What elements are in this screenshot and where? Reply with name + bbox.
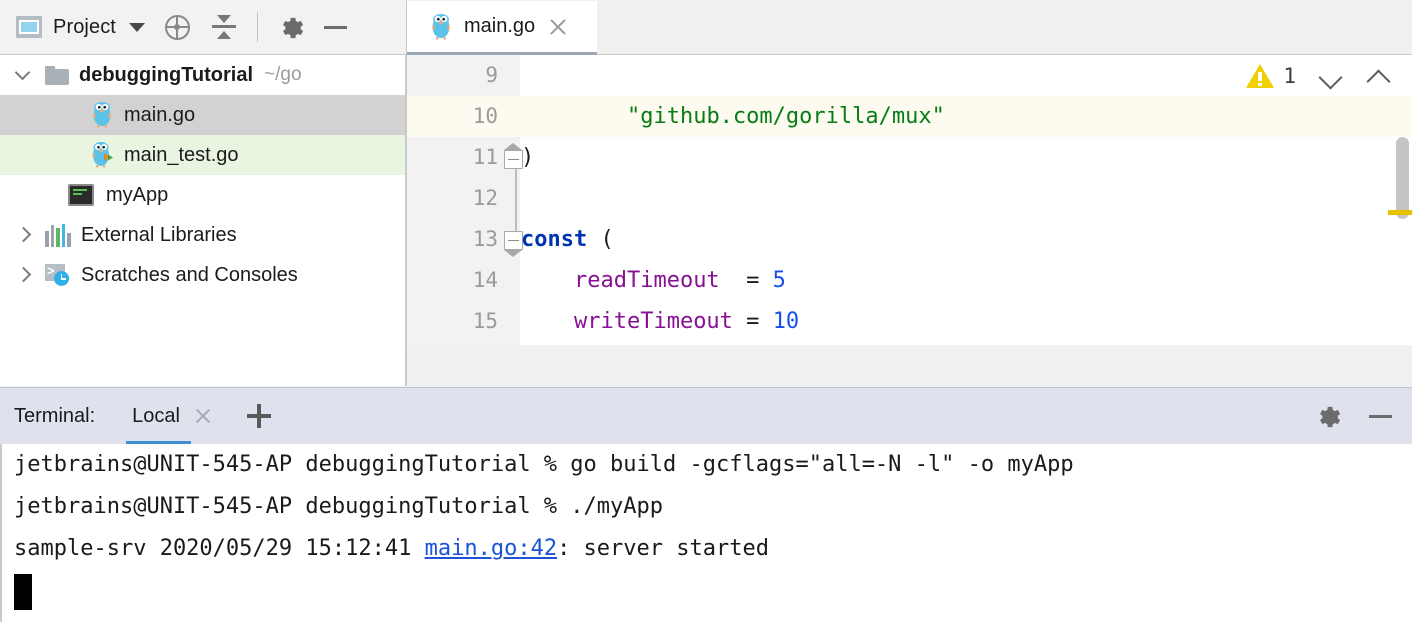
tree-node-label: main_test.go bbox=[124, 144, 239, 167]
ide-window: Project bbox=[0, 0, 1412, 622]
chevron-up-icon[interactable] bbox=[1366, 63, 1392, 89]
line-number: 10 bbox=[407, 96, 520, 137]
project-toolbar: Project bbox=[0, 0, 406, 55]
tree-node-label: Scratches and Consoles bbox=[81, 264, 298, 287]
fold-column[interactable] bbox=[506, 55, 520, 345]
chevron-down-icon[interactable] bbox=[129, 23, 145, 32]
terminal-text: jetbrains@UNIT-545-AP debuggingTutorial … bbox=[14, 494, 663, 519]
crosshair-locate-icon[interactable] bbox=[165, 15, 190, 40]
terminal-binary-icon bbox=[68, 184, 94, 206]
code-token-number: 5 bbox=[773, 268, 786, 293]
code-line-13: const ( bbox=[521, 219, 1412, 260]
terminal-title: Terminal: bbox=[14, 405, 95, 428]
code-line-15: writeTimeout = 10 bbox=[521, 301, 1412, 342]
terminal-output[interactable]: jetbrains@UNIT-545-AP debuggingTutorial … bbox=[0, 444, 1412, 622]
go-gopher-test-icon bbox=[90, 142, 114, 168]
libraries-icon bbox=[45, 223, 71, 247]
tree-node-path: ~/go bbox=[264, 64, 302, 86]
terminal-line: sample-srv 2020/05/29 15:12:41 main.go:4… bbox=[2, 528, 1412, 570]
toolbar-divider bbox=[257, 12, 258, 42]
editor-bottom-pad bbox=[406, 345, 1412, 386]
editor-tabbar: main.go bbox=[406, 0, 1412, 55]
terminal-cursor bbox=[14, 574, 32, 610]
minimize-icon[interactable] bbox=[1366, 402, 1394, 430]
tree-node-debuggingTutorial[interactable]: debuggingTutorial ~/go bbox=[0, 55, 405, 95]
terminal-tab-label: Local bbox=[132, 405, 180, 428]
warning-triangle-icon[interactable] bbox=[1246, 64, 1274, 88]
close-icon[interactable] bbox=[547, 16, 569, 38]
editor-gutter[interactable]: 9 10 11 12 13 14 15 bbox=[407, 55, 520, 345]
line-number: 9 bbox=[407, 55, 520, 96]
code-token-string: "github.com/gorilla/mux" bbox=[627, 104, 945, 129]
code-editor[interactable]: 9 10 11 12 13 14 15 "github.com/gorilla/… bbox=[406, 55, 1412, 345]
code-token-keyword: const bbox=[521, 227, 587, 252]
tree-node-myApp[interactable]: myApp bbox=[0, 175, 405, 215]
terminal-line: jetbrains@UNIT-545-AP debuggingTutorial … bbox=[2, 486, 1412, 528]
tree-node-label: main.go bbox=[124, 104, 195, 127]
fold-cap-icon bbox=[504, 143, 522, 150]
chevron-right-icon[interactable] bbox=[14, 265, 34, 285]
terminal-text: : server started bbox=[557, 536, 769, 561]
line-number: 14 bbox=[407, 260, 520, 301]
warning-count: 1 bbox=[1283, 64, 1296, 88]
go-gopher-icon bbox=[90, 102, 114, 128]
gear-icon[interactable] bbox=[277, 14, 303, 40]
tree-node-label: External Libraries bbox=[81, 224, 237, 247]
code-token-indent bbox=[521, 309, 574, 334]
project-tree[interactable]: debuggingTutorial ~/go main.go bbox=[0, 55, 406, 386]
editor-warning-marker[interactable] bbox=[1388, 210, 1412, 215]
code-line-14: readTimeout = 5 bbox=[521, 260, 1412, 301]
close-icon[interactable] bbox=[193, 406, 213, 426]
tree-node-scratches-and-consoles[interactable]: Scratches and Consoles bbox=[0, 255, 405, 295]
code-line-10: "github.com/gorilla/mux" bbox=[521, 96, 1412, 137]
collapse-all-icon[interactable] bbox=[210, 13, 238, 41]
folder-icon bbox=[45, 66, 69, 85]
code-token-constant: writeTimeout bbox=[574, 309, 733, 334]
tree-node-label: myApp bbox=[106, 184, 168, 207]
code-token-number: 10 bbox=[773, 309, 800, 334]
tree-node-main-test-go[interactable]: main_test.go bbox=[0, 135, 405, 175]
terminal-text: jetbrains@UNIT-545-AP debuggingTutorial … bbox=[14, 452, 1074, 477]
chevron-down-icon[interactable] bbox=[1318, 63, 1344, 89]
project-panel-title: Project bbox=[53, 16, 116, 39]
terminal-line: jetbrains@UNIT-545-AP debuggingTutorial … bbox=[2, 444, 1412, 486]
tree-node-external-libraries[interactable]: External Libraries bbox=[0, 215, 405, 255]
code-text-area[interactable]: "github.com/gorilla/mux" ) const ( readT… bbox=[521, 55, 1412, 345]
code-token-indent bbox=[521, 104, 627, 129]
gear-icon[interactable] bbox=[1314, 403, 1340, 429]
code-token-indent bbox=[521, 268, 574, 293]
code-token-paren: ( bbox=[587, 227, 614, 252]
terminal-tab-local[interactable]: Local bbox=[132, 388, 213, 445]
chevron-right-icon[interactable] bbox=[14, 225, 34, 245]
project-window-icon bbox=[16, 16, 42, 38]
terminal-header: Terminal: Local bbox=[0, 387, 1412, 444]
line-number: 12 bbox=[407, 178, 520, 219]
minimize-icon[interactable] bbox=[321, 13, 349, 41]
code-token-operator: = bbox=[720, 268, 773, 293]
code-line-12 bbox=[521, 178, 1412, 219]
tab-label: main.go bbox=[464, 15, 535, 38]
plus-icon[interactable] bbox=[244, 401, 274, 431]
chevron-down-icon[interactable] bbox=[14, 65, 34, 85]
inspection-widget: 1 bbox=[1246, 63, 1392, 89]
tab-main-go[interactable]: main.go bbox=[407, 1, 597, 55]
editor-scrollbar-thumb[interactable] bbox=[1396, 137, 1409, 219]
terminal-file-link[interactable]: main.go:42 bbox=[425, 536, 557, 561]
terminal-text: sample-srv 2020/05/29 15:12:41 bbox=[14, 536, 425, 561]
tree-node-main-go[interactable]: main.go bbox=[0, 95, 405, 135]
code-token-constant: readTimeout bbox=[574, 268, 720, 293]
code-token-operator: = bbox=[733, 309, 773, 334]
go-gopher-icon bbox=[429, 14, 453, 40]
code-token-paren: ) bbox=[521, 145, 534, 170]
top-row: Project bbox=[0, 0, 1412, 55]
code-line-11: ) bbox=[521, 137, 1412, 178]
scratches-icon bbox=[45, 263, 71, 287]
terminal-header-actions bbox=[1314, 402, 1394, 430]
tree-node-label: debuggingTutorial bbox=[79, 64, 253, 87]
line-number: 15 bbox=[407, 301, 520, 342]
fold-cap-icon bbox=[504, 250, 522, 257]
